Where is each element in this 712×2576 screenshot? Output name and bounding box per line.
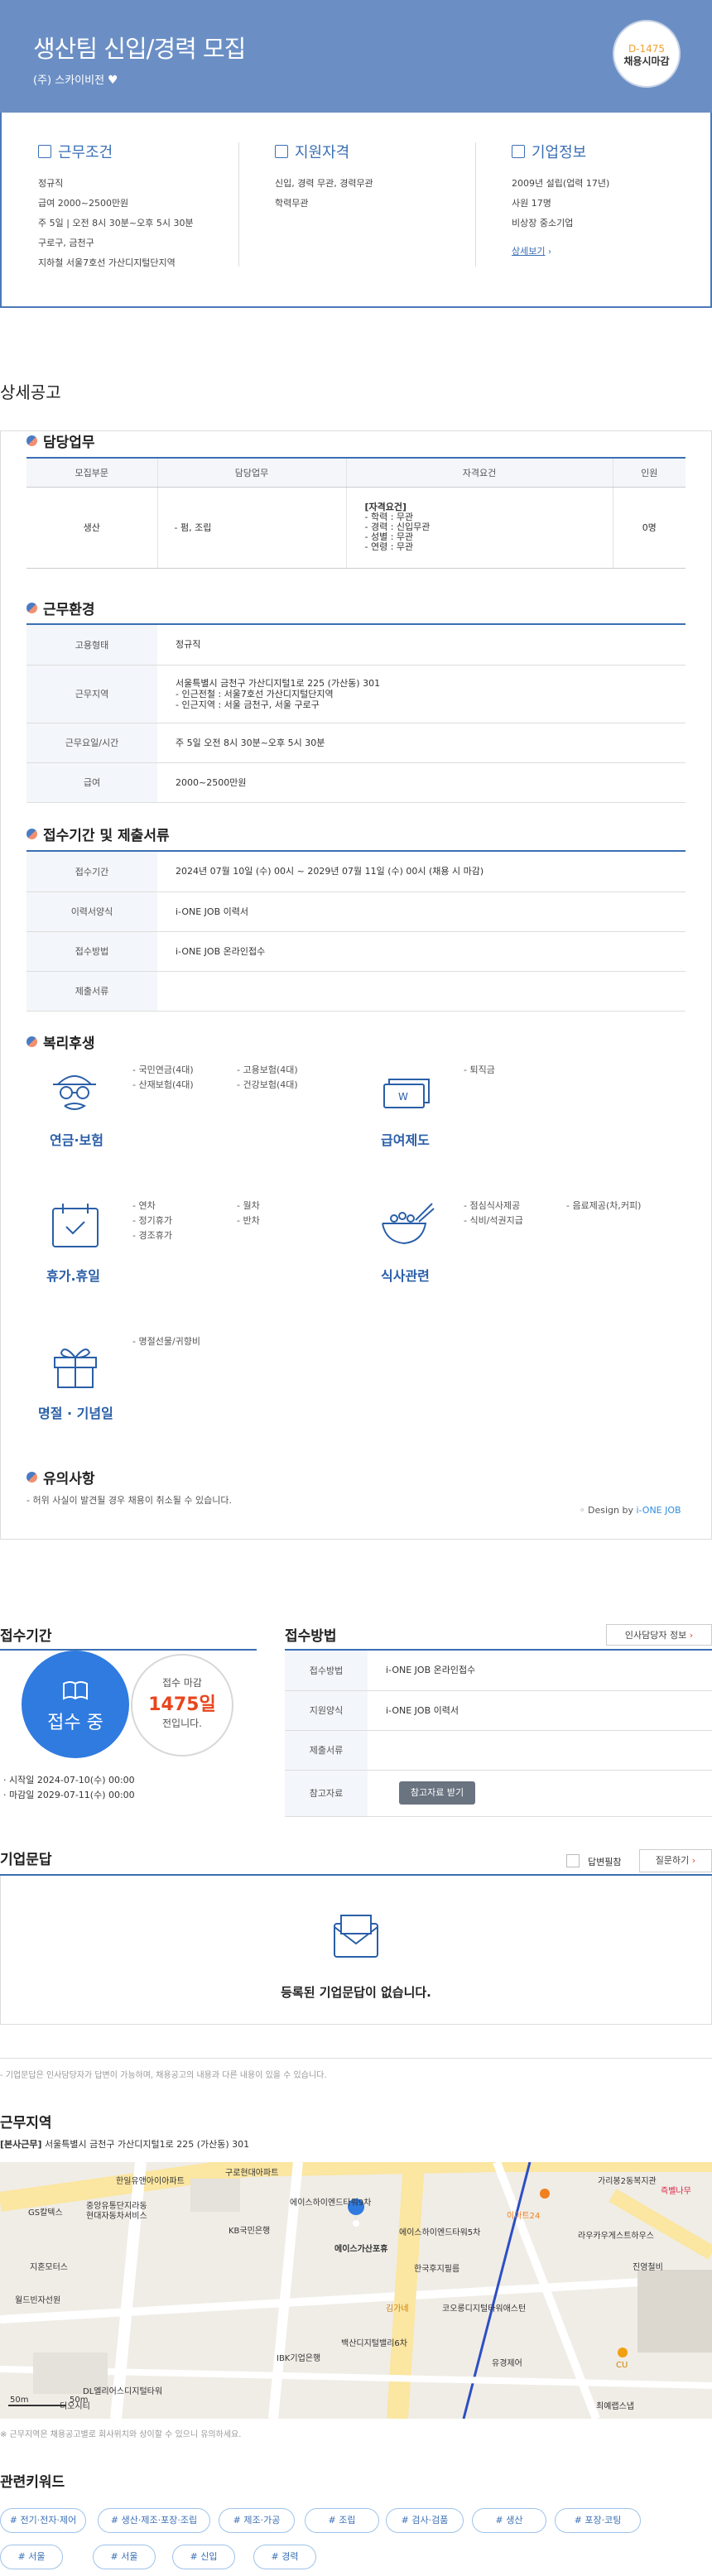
- glasses-man-icon: [53, 1075, 96, 1110]
- map-target-label: 에이스가산포휴: [334, 2245, 388, 2254]
- welfare-pension-label: 연금·보험: [50, 1132, 103, 1148]
- chevron-right-icon: ›: [691, 1855, 696, 1866]
- deadline-circle: 접수 마감 1475일 전입니다.: [131, 1654, 233, 1757]
- dday-status: 채용시마감: [623, 55, 670, 67]
- download-ref-button[interactable]: 참고자료 받기: [399, 1781, 475, 1805]
- location-note: ※ 근무지역은 채용공고별로 회사위치와 상이할 수 있으니 유의하세요.: [0, 2430, 242, 2439]
- keyword-tag[interactable]: # 생산·제조·포장·조립: [98, 2508, 210, 2533]
- qna-empty: 등록된 기업문답이 없습니다.: [281, 1985, 431, 2000]
- location-title: 근무지역: [0, 2115, 52, 2131]
- welfare-holiday-label: 명절 · 기념일: [38, 1406, 113, 1421]
- keyword-tag[interactable]: # 경력: [253, 2545, 316, 2569]
- status-circle: 접수 중: [22, 1651, 129, 1758]
- company-name[interactable]: (주) 스카이비전 ♥: [33, 71, 118, 87]
- ask-question-button[interactable]: 질문하기 ›: [639, 1849, 712, 1872]
- location-map[interactable]: 구로현대아파트 한일유앤아이아파트 중앙유통단지라동 현대자동차서비스 에이스하…: [0, 2162, 712, 2419]
- start-date: · 시작일 2024-07-10(수) 00:00: [3, 1775, 135, 1785]
- keywords-title: 관련키워드: [0, 2474, 65, 2491]
- summary-qualification: 지원자격 신입, 경력 무관, 경력무관 학력무관: [275, 144, 373, 209]
- keyword-tag[interactable]: # 포장·코팅: [555, 2508, 641, 2533]
- env-table: 고용형태 정규직 근무지역 서울특별시 금천구 가산디지털1로 225 (가산동) …: [26, 625, 686, 803]
- detail-title: 상세공고: [0, 382, 61, 402]
- id-card-icon: [275, 145, 288, 158]
- bullet-icon: [26, 829, 37, 839]
- book-icon: [63, 1681, 88, 1700]
- duty-heading: 담당업무: [26, 430, 95, 451]
- welfare-vacation-label: 휴가.휴일: [46, 1268, 100, 1284]
- keyword-tag[interactable]: # 신입: [172, 2545, 235, 2569]
- divider: [238, 142, 239, 267]
- chevron-right-icon: ›: [547, 248, 551, 257]
- qna-title: 기업문답: [0, 1852, 52, 1868]
- keyword-tag[interactable]: # 생산: [472, 2508, 546, 2533]
- welfare-salary-label: 급여제도: [381, 1132, 430, 1148]
- briefcase-icon: [38, 145, 51, 158]
- divider: [475, 142, 476, 267]
- qna-note: - 기업문답은 인사담당자가 답변이 가능하며, 채용공고의 내용과 다른 내용…: [0, 2071, 327, 2080]
- answered-checkbox[interactable]: [566, 1854, 580, 1867]
- calendar-icon: [52, 1204, 99, 1247]
- end-date: · 마감일 2029-07-11(수) 00:00: [3, 1790, 135, 1800]
- notice-text: - 허위 사실이 발견될 경우 채용이 취소될 수 있습니다.: [26, 1495, 232, 1506]
- gift-icon: [54, 1348, 97, 1388]
- keyword-tag[interactable]: # 서울: [93, 2545, 156, 2569]
- envelope-icon: [334, 1915, 378, 1958]
- dday-badge: D-1475 채용시마감: [613, 20, 681, 88]
- status-text: 접수 중: [47, 1713, 103, 1733]
- summary-conditions: 근무조건 정규직 급여 2000~2500만원 주 5일 | 오전 8시 30분…: [38, 144, 194, 268]
- welfare-meal-label: 식사관련: [381, 1268, 430, 1284]
- design-credit: ◦ Design by i-ONE JOB: [580, 1505, 681, 1516]
- keyword-tag[interactable]: # 검사·검품: [386, 2508, 464, 2533]
- answered-label: 답변필참: [588, 1857, 622, 1867]
- chevron-right-icon: ›: [689, 1630, 694, 1641]
- keyword-tag[interactable]: # 제조·가공: [219, 2508, 295, 2533]
- apply-table: 접수기간 2024년 07월 10일 (수) 00시 ~ 2029년 07월 11…: [26, 852, 686, 1012]
- bullet-icon: [26, 435, 37, 446]
- svg-text:W: W: [398, 1091, 408, 1103]
- bullet-icon: [26, 603, 37, 613]
- deadline-days: 1475일: [148, 1694, 216, 1715]
- heart-icon[interactable]: ♥: [108, 74, 118, 87]
- dday-count: D-1475: [628, 43, 666, 55]
- method-title: 접수방법: [285, 1628, 337, 1645]
- bullet-icon: [26, 1036, 37, 1047]
- summary-company: 기업정보 2009년 설립(업력 17년) 사원 17명 비상장 중소기업 상세…: [512, 144, 610, 257]
- duty-table: 모집부문 담당업무 자격요건 인원 생산 - 펌, 조립 [자격요건] - 학력…: [26, 459, 686, 569]
- location-address: [본사근무] 서울특별시 금천구 가산디지털1로 225 (가산동) 301: [0, 2139, 250, 2150]
- job-title: 생산팀 신입/경력 모집: [33, 35, 246, 63]
- keyword-tag[interactable]: # 전기·전자·제어: [0, 2508, 86, 2533]
- apply-heading: 접수기간 및 제출서류: [26, 824, 170, 844]
- bullet-icon: [26, 1472, 37, 1483]
- method-table: 접수방법 i-ONE JOB 온라인접수 지원양식 i-ONE JOB 이력서 제출…: [285, 1651, 712, 1817]
- rice-bowl-icon: [382, 1203, 435, 1245]
- keyword-tag[interactable]: # 조립: [305, 2508, 379, 2533]
- building-icon: [512, 145, 525, 158]
- env-heading: 근무환경: [26, 598, 95, 618]
- welfare-heading: 복리후생: [26, 1031, 95, 1052]
- banknotes-icon: W: [383, 1079, 430, 1108]
- keyword-tag[interactable]: # 서울: [0, 2545, 63, 2569]
- company-detail-link[interactable]: 상세보기: [512, 246, 545, 257]
- divider: [0, 2058, 712, 2059]
- hr-info-button[interactable]: 인사담당자 정보 ›: [606, 1624, 712, 1646]
- period-title: 접수기간: [0, 1628, 52, 1645]
- notice-heading: 유의사항: [26, 1467, 95, 1487]
